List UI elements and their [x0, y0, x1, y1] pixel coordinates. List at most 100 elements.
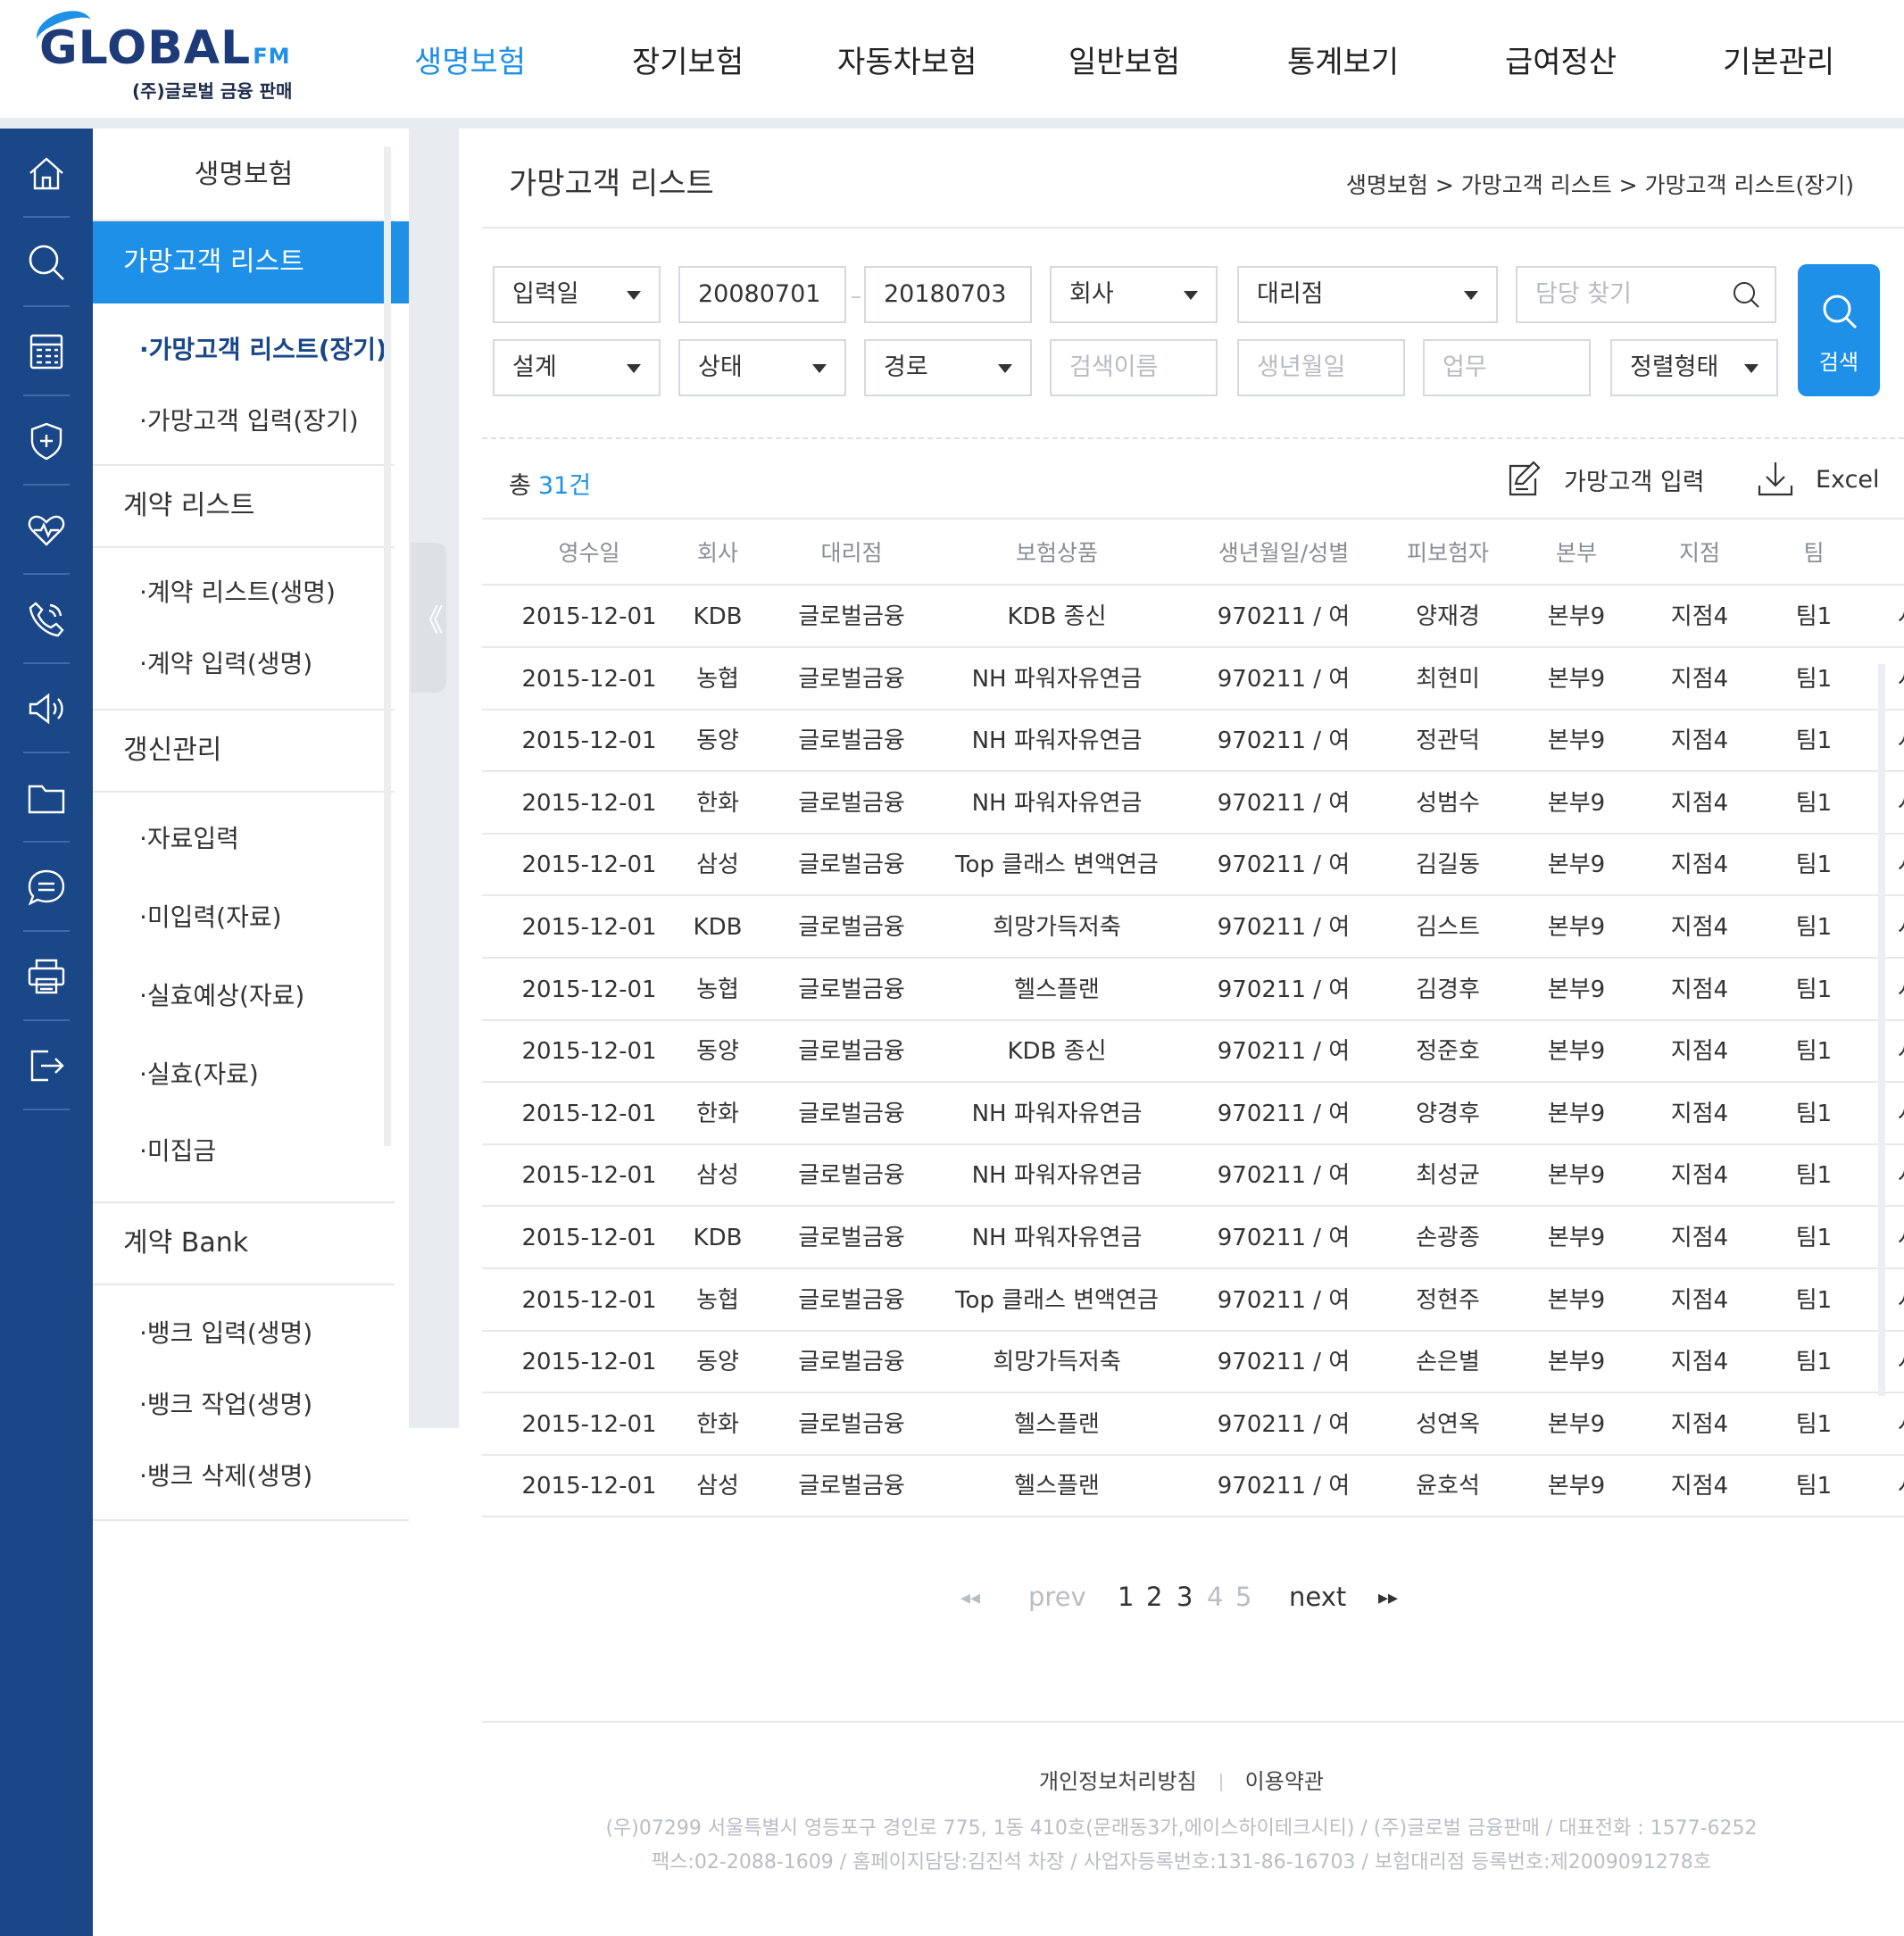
- gnb-item-general-insurance[interactable]: 일반보험: [1068, 37, 1180, 81]
- sidebar-link-prospect-input-long[interactable]: ·가망고객 입력(장기): [139, 402, 359, 437]
- table-row[interactable]: 2015-12-01 농협 글로벌금융 NH 파워자유연금 970211 / 여 최현미 본…: [482, 648, 1904, 710]
- gnb-item-basic-management[interactable]: 기본관리: [1723, 37, 1834, 81]
- table-row[interactable]: 2015-12-01 KDB 글로벌금융 희망가득저축 970211 / 여 김스트 본부9…: [482, 896, 1904, 959]
- table-scrollbar[interactable]: [1878, 664, 1885, 1396]
- cell-extra: 사:: [1898, 1207, 1904, 1269]
- birthdate-input[interactable]: 생년월일: [1237, 339, 1405, 396]
- sidebar-link-not-entered[interactable]: ·미입력(자료): [139, 898, 282, 934]
- cell-birth-gender: 970211 / 여: [1217, 1100, 1351, 1127]
- page-3-button[interactable]: 3: [1176, 1582, 1193, 1612]
- sidebar-link-bank-input[interactable]: ·뱅크 입력(생명): [139, 1314, 312, 1350]
- chat-icon[interactable]: [0, 843, 93, 932]
- sidebar-link-prospect-list-long[interactable]: ·가망고객 리스트(장기): [139, 330, 387, 366]
- last-page-button[interactable]: ▸▸: [1378, 1587, 1398, 1609]
- table-row[interactable]: 2015-12-01 한화 글로벌금융 NH 파워자유연금 970211 / 여 양경후 본…: [482, 1083, 1904, 1145]
- megaphone-icon[interactable]: [0, 664, 93, 753]
- search-icon[interactable]: [0, 218, 93, 307]
- sidebar-link-lapsed[interactable]: ·실효(자료): [139, 1055, 259, 1091]
- table-row[interactable]: 2015-12-01 농협 글로벌금융 Top 클래스 변액연금 970211 / 여정…: [482, 1269, 1904, 1332]
- search-button[interactable]: 검색: [1798, 264, 1880, 396]
- company-select[interactable]: 회사: [1050, 266, 1218, 323]
- phone-icon[interactable]: [0, 575, 93, 664]
- table-row[interactable]: 2015-12-01 한화 글로벌금융 헬스플랜 970211 / 여 성연옥 본부9 지점4…: [482, 1393, 1904, 1456]
- gnb-item-payroll[interactable]: 급여정산: [1505, 37, 1617, 81]
- status-select[interactable]: 상태: [678, 339, 846, 396]
- table-header-birth-gender[interactable]: 생년월일/성별: [1194, 536, 1373, 568]
- table-row[interactable]: 2015-12-01 삼성 글로벌금융 헬스플랜 970211 / 여 윤호석 본부9 지점4…: [482, 1455, 1904, 1517]
- sidebar-link-data-input[interactable]: ·자료입력: [139, 819, 239, 855]
- cell-product: NH 파워자유연금: [971, 789, 1143, 817]
- page-2-button[interactable]: 2: [1146, 1582, 1162, 1612]
- sidebar-link-bank-delete[interactable]: ·뱅크 삭제(생명): [139, 1457, 312, 1492]
- sidebar-link-expected-lapse[interactable]: ·실효예상(자료): [139, 976, 304, 1012]
- table-row[interactable]: 2015-12-01 동양 글로벌금융 희망가득저축 970211 / 여 손은별 본부9 지…: [482, 1331, 1904, 1393]
- manager-search-input[interactable]: 담당 찾기: [1516, 266, 1776, 323]
- sort-select[interactable]: 정렬형태: [1610, 339, 1778, 396]
- page-1-button[interactable]: 1: [1118, 1582, 1134, 1612]
- gnb-item-auto-insurance[interactable]: 자동차보험: [837, 37, 977, 81]
- header-divider: [0, 118, 1904, 129]
- logout-icon[interactable]: [0, 1021, 93, 1110]
- gnb-item-statistics[interactable]: 통계보기: [1287, 37, 1399, 81]
- cell-extra: 사:: [1898, 959, 1904, 1021]
- table-header-team[interactable]: 팀: [1725, 536, 1903, 568]
- shield-icon[interactable]: [0, 396, 93, 486]
- table-row[interactable]: 2015-12-01 농협 글로벌금융 헬스플랜 970211 / 여 김경후 본부9 지점4…: [482, 959, 1904, 1021]
- sidebar-item-prospect-list[interactable]: 가망고객 리스트: [93, 221, 409, 303]
- cell-extra: 사:: [1898, 586, 1904, 648]
- calculator-icon[interactable]: [0, 307, 93, 396]
- privacy-policy-link[interactable]: 개인정보처리방침: [1039, 1769, 1197, 1794]
- home-icon[interactable]: [0, 129, 93, 218]
- sidebar-link-bank-work[interactable]: ·뱅크 작업(생명): [139, 1385, 312, 1421]
- sidebar-bottom-divider: [93, 1519, 409, 1521]
- page-4-button[interactable]: 4: [1207, 1582, 1223, 1612]
- sidebar-scrollbar[interactable]: [384, 146, 391, 1146]
- sidebar-link-contract-input-life[interactable]: ·계약 입력(생명): [139, 644, 312, 680]
- sidebar-item-contract-bank[interactable]: 계약 Bank: [93, 1201, 395, 1285]
- table-header-product[interactable]: 보험상품: [968, 536, 1146, 568]
- add-prospect-button[interactable]: 가망고객 입력: [1503, 459, 1705, 500]
- cell-birth-gender: 970211 / 여: [1217, 1473, 1351, 1500]
- excel-download-button[interactable]: Excel: [1755, 459, 1880, 500]
- sidebar-link-contract-list-life[interactable]: ·계약 리스트(생명): [139, 573, 336, 609]
- table-row[interactable]: 2015-12-01 삼성 글로벌금융 Top 클래스 변액연금 970211 / 여김…: [482, 834, 1904, 896]
- table-row[interactable]: 2015-12-01 KDB 글로벌금융 NH 파워자유연금 970211 / 여 손광종…: [482, 1207, 1904, 1269]
- table-header-agency[interactable]: 대리점: [762, 536, 941, 568]
- design-select[interactable]: 설계: [493, 339, 661, 396]
- heart-rate-icon[interactable]: [0, 486, 93, 575]
- route-select[interactable]: 경로: [864, 339, 1032, 396]
- folder-icon[interactable]: [0, 753, 93, 843]
- gnb-item-life-insurance[interactable]: 생명보험: [414, 37, 526, 81]
- date-from-input[interactable]: 20080701: [678, 266, 846, 323]
- sidebar-item-renewal-management[interactable]: 갱신관리: [93, 709, 395, 793]
- cell-product: 헬스플랜: [1014, 976, 1100, 1003]
- gnb-item-long-term-insurance[interactable]: 장기보험: [632, 37, 744, 81]
- sidebar-item-contract-list[interactable]: 계약 리스트: [93, 464, 395, 548]
- table-row[interactable]: 2015-12-01 한화 글로벌금융 NH 파워자유연금 970211 / 여 성범수 본…: [482, 772, 1904, 835]
- date-type-select[interactable]: 입력일: [493, 266, 661, 323]
- date-to-input[interactable]: 20180703: [864, 266, 1032, 323]
- terms-link[interactable]: 이용약관: [1245, 1769, 1324, 1794]
- cell-extra: 사:: [1898, 1269, 1904, 1332]
- name-search-input[interactable]: 검색이름: [1050, 339, 1218, 396]
- cell-team: 팀1: [1795, 1100, 1833, 1127]
- table-row[interactable]: 2015-12-01 KDB 글로벌금융 KDB 종신 970211 / 여 양재경 본부9…: [482, 586, 1904, 648]
- sidebar-link-uncollected[interactable]: ·미집금: [139, 1132, 216, 1167]
- edit-document-icon: [1509, 461, 1541, 496]
- first-page-button[interactable]: ◂◂: [960, 1587, 980, 1609]
- prev-page-button[interactable]: prev: [1028, 1582, 1086, 1612]
- table-row[interactable]: 2015-12-01 동양 글로벌금융 KDB 종신 970211 / 여 정준호 본부9 지…: [482, 1020, 1904, 1083]
- next-page-button[interactable]: next: [1289, 1582, 1346, 1612]
- table-row[interactable]: 2015-12-01 삼성 글로벌금융 NH 파워자유연금 970211 / 여 최성균 본…: [482, 1144, 1904, 1207]
- cell-team: 팀1: [1795, 603, 1833, 630]
- page-5-button[interactable]: 5: [1235, 1582, 1251, 1612]
- cell-birth-gender: 970211 / 여: [1217, 1038, 1351, 1066]
- job-input[interactable]: 업무: [1423, 339, 1591, 396]
- table-row[interactable]: 2015-12-01 동양 글로벌금융 NH 파워자유연금 970211 / 여 정관덕 본…: [482, 710, 1904, 772]
- printer-icon[interactable]: [0, 932, 93, 1021]
- cell-agency: 글로벌금융: [798, 1225, 905, 1251]
- collapse-sidebar-button[interactable]: 《: [411, 543, 446, 693]
- cell-birth-gender: 970211 / 여: [1217, 1410, 1351, 1438]
- agency-select[interactable]: 대리점: [1237, 266, 1498, 323]
- cell-agency: 글로벌금융: [798, 1410, 905, 1438]
